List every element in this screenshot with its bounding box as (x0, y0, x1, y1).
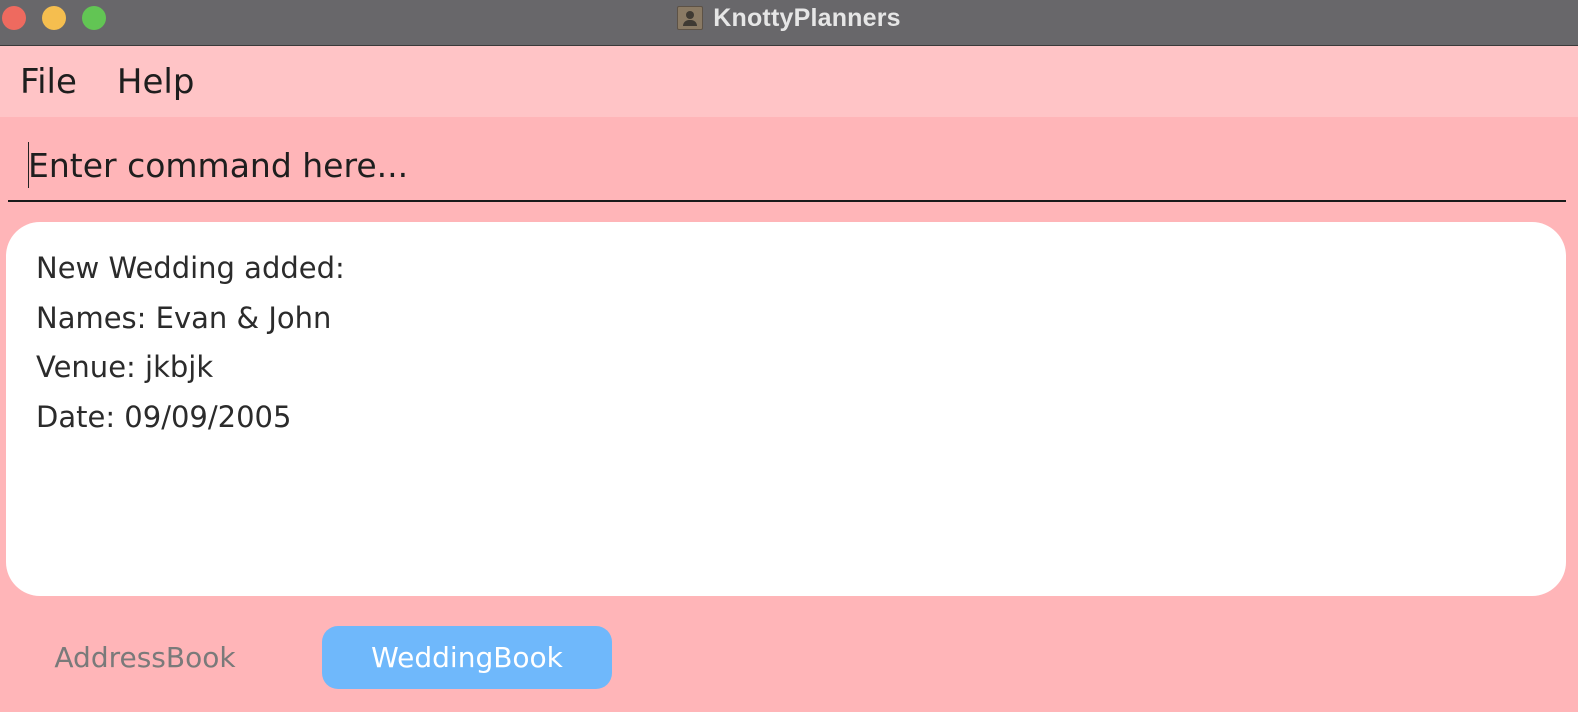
tab-addressbook[interactable]: AddressBook (30, 626, 260, 689)
tab-weddingbook[interactable]: WeddingBook (322, 626, 612, 689)
command-box (8, 130, 1566, 202)
menu-bar: File Help (0, 46, 1578, 117)
window-title: KnottyPlanners (713, 3, 901, 32)
result-line: New Wedding added: (36, 251, 345, 285)
result-display: New Wedding added: Names: Evan & John Ve… (6, 222, 1566, 596)
result-line: Date: 09/09/2005 (36, 399, 292, 434)
book-tabs: AddressBook WeddingBook (0, 626, 1578, 690)
result-line: Names: Evan & John (36, 300, 332, 335)
menu-help[interactable]: Help (117, 62, 195, 102)
app-window: KnottyPlanners File Help New Wedding add… (0, 0, 1578, 712)
window-title-group: KnottyPlanners (0, 0, 1578, 36)
contact-card-icon (677, 6, 704, 30)
command-input[interactable] (28, 136, 1528, 194)
title-bar[interactable]: KnottyPlanners (0, 0, 1578, 46)
result-line: Venue: jkbjk (36, 350, 214, 384)
menu-file[interactable]: File (20, 62, 77, 102)
